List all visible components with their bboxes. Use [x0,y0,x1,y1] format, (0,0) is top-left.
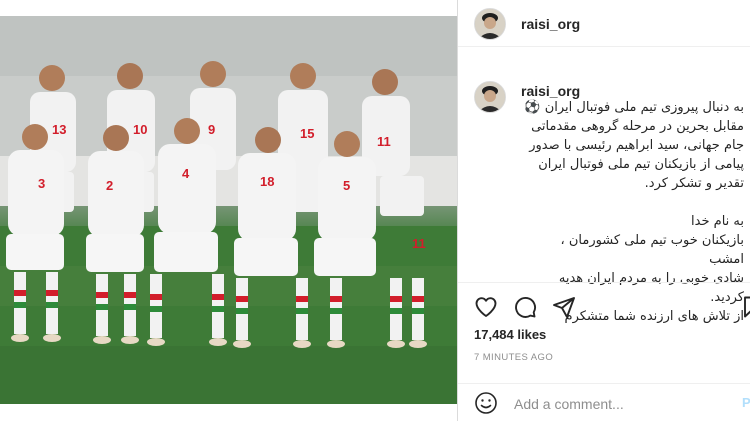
caption-line: به دنبال پیروزی تیم ملی فوتبال ایران ⚽ [524,100,744,115]
avatar[interactable] [474,8,506,40]
post-panel: raisi_org raisi_org به دنبال پیروزی تیم … [457,0,750,421]
jersey-number: 18 [260,174,274,189]
caption-line: بازیکنان خوب تیم ملی کشورمان ، امشب [560,233,744,267]
comment-input[interactable] [512,393,726,415]
caption-line: جام جهانی، سید ابراهیم رئیسی با صدور [529,138,744,153]
caption-avatar[interactable] [474,81,506,113]
jersey-number: 13 [52,122,66,137]
post-actions: 17,484 likes 7 MINUTES AGO [458,282,750,392]
jersey-number: 9 [208,122,215,137]
heart-icon[interactable] [474,295,498,319]
likes-count[interactable]: 17,484 likes [474,327,546,342]
emoji-icon[interactable] [474,391,498,415]
avatar-image [475,82,505,112]
share-icon[interactable] [552,295,576,319]
header-username[interactable]: raisi_org [521,16,580,32]
team-photo: 13 10 9 15 11 3 2 4 18 5 11 [0,16,457,404]
caption-line: مقابل بحرین در مرحله گروهی مقدماتی [531,119,744,134]
jersey-number: 15 [300,126,314,141]
jersey-number: 2 [106,178,113,193]
caption-line: به نام خدا [691,214,744,229]
caption-username[interactable]: raisi_org [521,83,580,99]
jersey-number: 4 [182,166,190,181]
jersey-number: 3 [38,176,45,191]
bookmark-icon[interactable] [740,295,750,319]
jersey-number: 5 [343,178,350,193]
jersey-number: 11 [377,134,391,149]
jersey-number: 10 [133,122,147,137]
avatar-image [475,9,505,39]
post-comment-button[interactable]: P [742,395,750,410]
comment-icon[interactable] [513,295,537,319]
post-image-area: 13 10 9 15 11 3 2 4 18 5 11 [0,0,457,421]
jersey-number: 11 [412,236,426,251]
post-header: raisi_org [458,0,750,47]
post-image[interactable]: 13 10 9 15 11 3 2 4 18 5 11 [0,16,457,404]
comment-bar: P [458,383,750,421]
post-timestamp[interactable]: 7 MINUTES AGO [474,352,553,363]
caption-line: پیامی از بازیکنان تیم ملی فوتبال ایران [538,157,744,172]
caption-line: تقدیر و تشکر کرد. [644,176,744,191]
